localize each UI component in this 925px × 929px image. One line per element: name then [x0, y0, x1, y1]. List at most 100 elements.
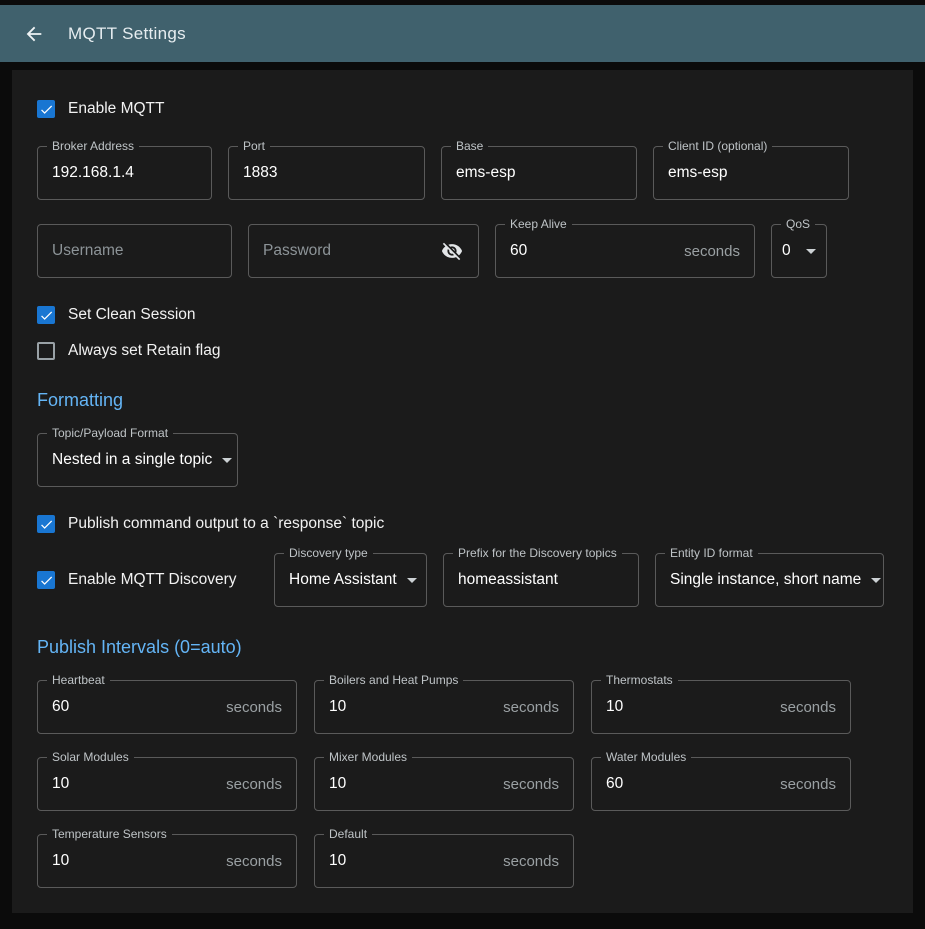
heartbeat-interval-field[interactable]: Heartbeat 60 seconds — [37, 680, 297, 734]
field-value: 60 — [606, 775, 623, 793]
field-value: ems-esp — [456, 164, 515, 182]
entity-id-format-select[interactable]: Entity ID format Single instance, short … — [655, 553, 884, 607]
field-value: 60 — [52, 698, 69, 716]
field-value: 192.168.1.4 — [52, 164, 134, 182]
field-label: Boilers and Heat Pumps — [324, 673, 463, 687]
checkbox-label: Enable MQTT Discovery — [68, 571, 237, 589]
checkbox-label: Set Clean Session — [68, 306, 196, 324]
publish-response-checkbox[interactable]: Publish command output to a `response` t… — [37, 515, 888, 533]
back-button[interactable] — [22, 22, 46, 46]
check-icon — [39, 573, 54, 588]
field-label: Heartbeat — [47, 673, 110, 687]
field-placeholder: Username — [52, 242, 124, 260]
default-interval-field[interactable]: Default 10 seconds — [314, 834, 574, 888]
field-label: Water Modules — [601, 750, 691, 764]
field-label: Base — [451, 139, 488, 153]
toggle-password-visibility-button[interactable] — [440, 239, 464, 263]
field-label: QoS — [781, 217, 815, 231]
field-label: Entity ID format — [665, 546, 758, 560]
field-suffix: seconds — [216, 699, 282, 716]
thermostats-interval-field[interactable]: Thermostats 10 seconds — [591, 680, 851, 734]
checkbox-label: Always set Retain flag — [68, 342, 221, 360]
field-value: 10 — [329, 698, 346, 716]
retain-flag-checkbox[interactable]: Always set Retain flag — [37, 342, 888, 360]
field-suffix: seconds — [493, 699, 559, 716]
connection-row-1: Broker Address 192.168.1.4 Port 1883 Bas… — [37, 146, 888, 200]
field-value: Single instance, short name — [670, 571, 861, 589]
clean-session-checkbox[interactable]: Set Clean Session — [37, 306, 888, 324]
check-icon — [39, 102, 54, 117]
field-value: Nested in a single topic — [52, 451, 212, 469]
field-value: 10 — [606, 698, 623, 716]
topic-format-row: Topic/Payload Format Nested in a single … — [37, 433, 888, 487]
field-value: 10 — [52, 775, 69, 793]
field-label: Default — [324, 827, 372, 841]
boilers-interval-field[interactable]: Boilers and Heat Pumps 10 seconds — [314, 680, 574, 734]
field-label: Port — [238, 139, 270, 153]
field-placeholder: Password — [263, 242, 331, 260]
field-label: Discovery type — [284, 546, 373, 560]
discovery-type-select[interactable]: Discovery type Home Assistant — [274, 553, 427, 607]
field-value: 60 — [510, 242, 527, 260]
settings-panel: Enable MQTT Broker Address 192.168.1.4 P… — [12, 70, 913, 913]
checkbox-icon — [37, 342, 55, 360]
publish-intervals-heading: Publish Intervals (0=auto) — [37, 637, 888, 658]
field-value: 1883 — [243, 164, 277, 182]
checkbox-icon — [37, 515, 55, 533]
field-label: Temperature Sensors — [47, 827, 172, 841]
dropdown-arrow-icon — [222, 458, 232, 463]
field-label: Prefix for the Discovery topics — [453, 546, 622, 560]
field-suffix: seconds — [770, 699, 836, 716]
temperature-sensors-interval-field[interactable]: Temperature Sensors 10 seconds — [37, 834, 297, 888]
mixer-interval-field[interactable]: Mixer Modules 10 seconds — [314, 757, 574, 811]
field-label: Mixer Modules — [324, 750, 412, 764]
field-value: homeassistant — [458, 571, 558, 589]
connection-row-2: Username Password Keep Alive 60 seconds … — [37, 224, 888, 278]
client-id-field[interactable]: Client ID (optional) ems-esp — [653, 146, 849, 200]
arrow-back-icon — [23, 23, 45, 45]
field-label: Client ID (optional) — [663, 139, 772, 153]
password-field[interactable]: Password — [248, 224, 479, 278]
water-interval-field[interactable]: Water Modules 60 seconds — [591, 757, 851, 811]
visibility-off-icon — [441, 240, 463, 262]
field-value: ems-esp — [668, 164, 727, 182]
discovery-prefix-field[interactable]: Prefix for the Discovery topics homeassi… — [443, 553, 639, 607]
field-label: Topic/Payload Format — [47, 426, 173, 440]
field-suffix: seconds — [493, 853, 559, 870]
field-value: 10 — [329, 852, 346, 870]
username-field[interactable]: Username — [37, 224, 232, 278]
field-label: Solar Modules — [47, 750, 134, 764]
enable-discovery-checkbox[interactable]: Enable MQTT Discovery — [37, 571, 258, 589]
field-value: 10 — [329, 775, 346, 793]
field-label: Broker Address — [47, 139, 139, 153]
formatting-heading: Formatting — [37, 390, 888, 411]
checkbox-label: Enable MQTT — [68, 100, 164, 118]
dropdown-arrow-icon — [871, 578, 881, 583]
topic-payload-format-select[interactable]: Topic/Payload Format Nested in a single … — [37, 433, 238, 487]
field-label: Keep Alive — [505, 217, 572, 231]
field-value: Home Assistant — [289, 571, 397, 589]
enable-mqtt-checkbox[interactable]: Enable MQTT — [37, 100, 888, 118]
broker-address-field[interactable]: Broker Address 192.168.1.4 — [37, 146, 212, 200]
appbar: MQTT Settings — [0, 5, 925, 62]
field-suffix: seconds — [216, 776, 282, 793]
check-icon — [39, 308, 54, 323]
check-icon — [39, 517, 54, 532]
dropdown-arrow-icon — [806, 249, 816, 254]
checkbox-icon — [37, 571, 55, 589]
checkbox-icon — [37, 306, 55, 324]
field-value: 10 — [52, 852, 69, 870]
field-suffix: seconds — [770, 776, 836, 793]
intervals-grid: Heartbeat 60 seconds Boilers and Heat Pu… — [37, 680, 888, 888]
field-suffix: seconds — [216, 853, 282, 870]
discovery-row: Enable MQTT Discovery Discovery type Hom… — [37, 553, 888, 607]
port-field[interactable]: Port 1883 — [228, 146, 425, 200]
keep-alive-field[interactable]: Keep Alive 60 seconds — [495, 224, 755, 278]
qos-select[interactable]: QoS 0 — [771, 224, 827, 278]
field-label: Thermostats — [601, 673, 678, 687]
solar-interval-field[interactable]: Solar Modules 10 seconds — [37, 757, 297, 811]
page-title: MQTT Settings — [68, 24, 186, 44]
base-field[interactable]: Base ems-esp — [441, 146, 637, 200]
checkbox-label: Publish command output to a `response` t… — [68, 515, 384, 533]
checkbox-icon — [37, 100, 55, 118]
